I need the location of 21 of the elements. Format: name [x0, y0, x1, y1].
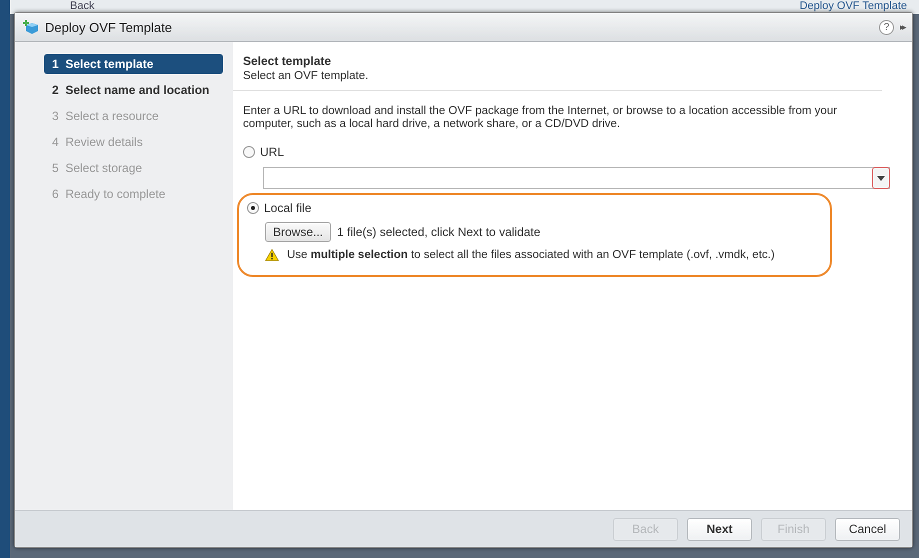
step-item[interactable]: 2 Select name and location — [44, 80, 223, 100]
browse-button[interactable]: Browse... — [265, 222, 332, 242]
page-title: Select template — [243, 54, 332, 68]
dropdown-icon[interactable] — [872, 167, 890, 189]
page-subtitle: Select an OVF template. — [243, 70, 370, 82]
radio-label: Local file — [264, 201, 312, 215]
box-icon — [23, 19, 39, 35]
help-button[interactable]: ? — [879, 20, 894, 34]
window-title: Deploy OVF Template — [45, 20, 172, 34]
dialog-button[interactable]: Cancel — [835, 518, 900, 540]
background-window-title: Deploy OVF Template — [800, 0, 907, 12]
collapse-button[interactable]: ▸▸ — [900, 22, 904, 32]
step-item[interactable]: 1 Select template — [44, 54, 223, 74]
warning-text: Use multiple selection to select all the files associated with an OVF template (.ovf, .vmdk, etc.) — [287, 249, 775, 261]
dialog-button[interactable]: Next — [687, 518, 752, 540]
radio-label: URL — [260, 145, 284, 159]
local-file-radio[interactable] — [247, 202, 259, 214]
warning-icon — [265, 249, 279, 261]
file-status-text: 1 file(s) selected, click Next to validate — [337, 225, 540, 239]
intro-text: Enter a URL to download and install the OVF package from the Internet, or browse to a location accessible from your computer, such as a local hard drive, a network share, or a CD/DVD drive. — [243, 105, 838, 131]
url-radio[interactable] — [243, 146, 255, 158]
